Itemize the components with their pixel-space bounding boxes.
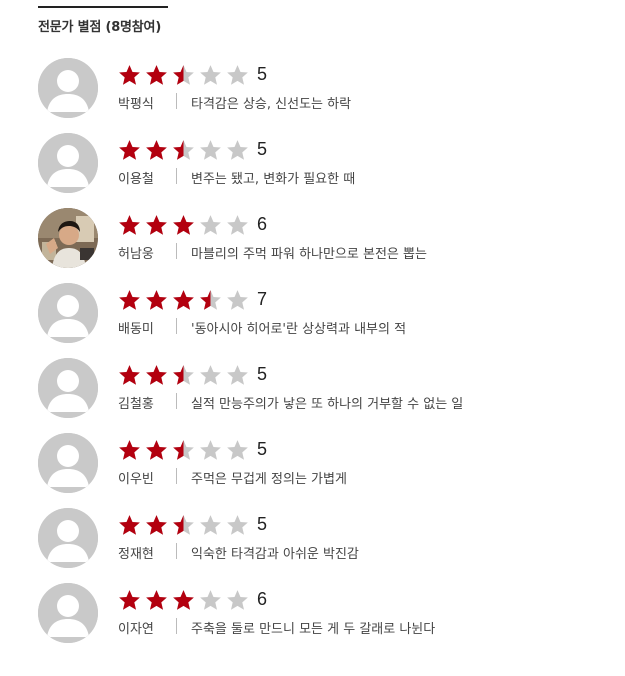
star-empty-icon (200, 64, 221, 85)
star-empty-icon (227, 589, 248, 610)
star-half-icon (173, 439, 194, 460)
default-avatar-icon (38, 583, 98, 643)
default-avatar-icon (38, 508, 98, 568)
star-full-icon (173, 289, 194, 310)
reviewer-name: 이우빈 (118, 472, 154, 487)
star-empty-icon (200, 214, 221, 235)
star-rating (118, 288, 253, 312)
review-comment: 변주는 됐고, 변화가 필요한 때 (191, 172, 356, 187)
reviewer-name: 박평식 (118, 97, 154, 112)
default-avatar-icon (38, 283, 98, 343)
star-full-icon (146, 64, 167, 85)
review-comment: 실적 만능주의가 낳은 또 하나의 거부할 수 없는 일 (191, 397, 464, 412)
default-avatar-icon (38, 133, 98, 193)
star-full-icon (146, 214, 167, 235)
reviewer-name: 배동미 (118, 322, 154, 337)
divider (176, 93, 177, 109)
divider (176, 543, 177, 559)
star-empty-icon (227, 139, 248, 160)
reviewer-name: 허남웅 (118, 247, 154, 262)
reviewer-name: 이용철 (118, 172, 154, 187)
review-item: 6 허남웅 마블리의 주먹 파워 하나만으로 본전은 뽑는 (38, 208, 598, 283)
review-comment: '동아시아 히어로'란 상상력과 내부의 적 (191, 322, 407, 337)
star-rating (118, 213, 253, 237)
star-empty-icon (200, 589, 221, 610)
star-empty-icon (227, 64, 248, 85)
divider (176, 468, 177, 484)
star-rating (118, 63, 253, 87)
rating-score: 5 (257, 64, 268, 84)
star-rating (118, 438, 253, 462)
review-item: 7 배동미 '동아시아 히어로'란 상상력과 내부의 적 (38, 283, 598, 358)
review-comment: 타격감은 상승, 신선도는 하락 (191, 97, 352, 112)
reviewer-name: 이자연 (118, 622, 154, 637)
reviewer-name: 정재현 (118, 547, 154, 562)
rating-score: 5 (257, 364, 268, 384)
star-full-icon (119, 139, 140, 160)
star-empty-icon (200, 139, 221, 160)
star-full-icon (146, 289, 167, 310)
star-empty-icon (227, 289, 248, 310)
rating-score: 6 (257, 589, 268, 609)
review-item: 5 김철홍 실적 만능주의가 낳은 또 하나의 거부할 수 없는 일 (38, 358, 598, 433)
divider (176, 168, 177, 184)
rating-score: 7 (257, 289, 268, 309)
rating-score: 6 (257, 214, 268, 234)
star-full-icon (119, 214, 140, 235)
star-full-icon (146, 514, 167, 535)
reviewer-photo (38, 208, 98, 268)
rating-score: 5 (257, 439, 268, 459)
star-empty-icon (227, 514, 248, 535)
star-half-icon (200, 289, 221, 310)
review-item: 5 이용철 변주는 됐고, 변화가 필요한 때 (38, 133, 598, 208)
star-full-icon (146, 439, 167, 460)
review-item: 5 이우빈 주먹은 무겁게 정의는 가볍게 (38, 433, 598, 508)
default-avatar-icon (38, 433, 98, 493)
default-avatar-icon (38, 358, 98, 418)
star-full-icon (173, 589, 194, 610)
star-full-icon (146, 589, 167, 610)
star-full-icon (119, 364, 140, 385)
divider (176, 618, 177, 634)
rating-score: 5 (257, 139, 268, 159)
review-comment: 마블리의 주먹 파워 하나만으로 본전은 뽑는 (191, 247, 427, 262)
review-comment: 주축을 둘로 만드니 모든 게 두 갈래로 나뉜다 (191, 622, 436, 637)
default-avatar-icon (38, 58, 98, 118)
star-full-icon (119, 439, 140, 460)
review-item: 5 박평식 타격감은 상승, 신선도는 하락 (38, 58, 598, 133)
star-full-icon (119, 589, 140, 610)
divider (176, 393, 177, 409)
star-rating (118, 363, 253, 387)
rating-score: 5 (257, 514, 268, 534)
star-rating (118, 588, 253, 612)
star-empty-icon (227, 364, 248, 385)
title-rule (38, 6, 168, 8)
review-comment: 익숙한 타격감과 아쉬운 박진감 (191, 547, 359, 562)
review-comment: 주먹은 무겁게 정의는 가볍게 (191, 472, 347, 487)
divider (176, 243, 177, 259)
star-rating (118, 138, 253, 162)
star-full-icon (119, 289, 140, 310)
star-full-icon (173, 214, 194, 235)
section-title: 전문가 별점 (8명참여) (38, 20, 162, 35)
star-half-icon (173, 514, 194, 535)
star-half-icon (173, 139, 194, 160)
star-full-icon (146, 139, 167, 160)
review-item: 6 이자연 주축을 둘로 만드니 모든 게 두 갈래로 나뉜다 (38, 583, 598, 658)
review-list: 5 박평식 타격감은 상승, 신선도는 하락 5 이용철 변주는 됐고, 변화가 필요한 … (38, 58, 598, 658)
reviewer-name: 김철홍 (118, 397, 154, 412)
divider (176, 318, 177, 334)
star-half-icon (173, 364, 194, 385)
star-full-icon (119, 514, 140, 535)
star-empty-icon (200, 514, 221, 535)
star-empty-icon (200, 439, 221, 460)
star-empty-icon (227, 214, 248, 235)
review-item: 5 정재현 익숙한 타격감과 아쉬운 박진감 (38, 508, 598, 583)
star-empty-icon (200, 364, 221, 385)
star-half-icon (173, 64, 194, 85)
star-rating (118, 513, 253, 537)
star-full-icon (146, 364, 167, 385)
star-empty-icon (227, 439, 248, 460)
star-full-icon (119, 64, 140, 85)
